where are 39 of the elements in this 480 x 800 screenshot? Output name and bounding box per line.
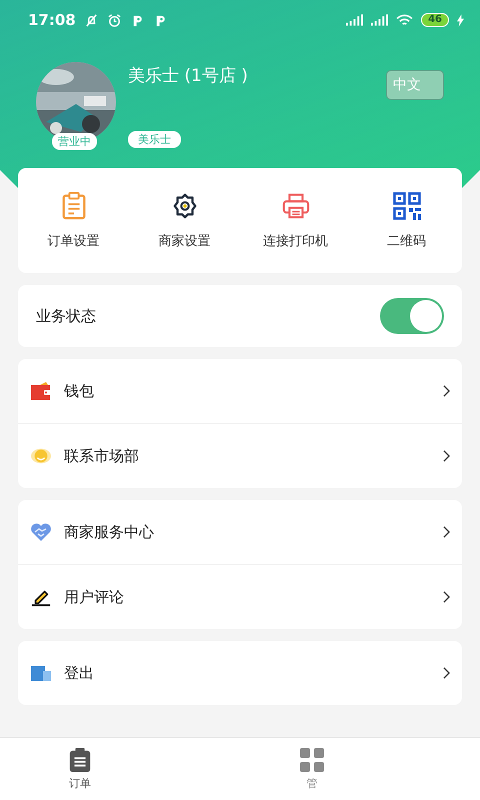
- status-time: 17:08: [28, 11, 76, 29]
- mute-icon: [84, 12, 99, 28]
- menu-item[interactable]: 用户评论: [18, 564, 462, 629]
- heart-handshake-icon: [30, 522, 52, 542]
- menu-item[interactable]: 商家服务中心: [18, 500, 462, 564]
- shortcut-item[interactable]: 连接打印机: [240, 192, 351, 250]
- signal-icon: [371, 14, 388, 26]
- grid-icon: [300, 748, 324, 772]
- qr-code-icon: [392, 192, 420, 220]
- tab-item[interactable]: 订单: [0, 738, 160, 800]
- chevron-icon: [443, 591, 450, 603]
- alarm-icon: [106, 12, 122, 28]
- business-status-label: 业务状态: [36, 306, 96, 326]
- printer-icon: [282, 192, 310, 220]
- store-name: 美乐士 (1号店 ): [128, 65, 249, 87]
- shortcut-item[interactable]: 二维码: [351, 192, 462, 250]
- tab-item[interactable]: 管: [232, 738, 392, 800]
- menu-item[interactable]: 登出: [18, 641, 462, 705]
- charging-icon: [457, 14, 464, 26]
- folder-icon: [30, 663, 52, 683]
- store-tag: 美乐士: [128, 131, 181, 148]
- shortcut-item[interactable]: 订单设置: [18, 192, 129, 250]
- business-status-toggle[interactable]: [380, 298, 444, 334]
- headset-icon: [30, 446, 52, 466]
- battery-level: 46: [421, 13, 449, 27]
- settings-icon: [170, 192, 198, 220]
- chevron-icon: [443, 385, 450, 397]
- menu-item[interactable]: 钱包: [18, 359, 462, 423]
- clipboard-icon: [60, 192, 88, 220]
- chevron-icon: [443, 526, 450, 538]
- wifi-icon: [396, 14, 414, 26]
- status-badge: 营业中: [52, 133, 97, 150]
- clipboard-icon: [68, 748, 92, 772]
- signal-icon: [346, 14, 364, 26]
- wallet-icon: [30, 381, 52, 401]
- shortcut-item[interactable]: 商家设置: [129, 192, 240, 250]
- chevron-icon: [443, 450, 450, 462]
- menu-item[interactable]: 联系市场部: [18, 423, 462, 488]
- chevron-icon: [443, 667, 450, 679]
